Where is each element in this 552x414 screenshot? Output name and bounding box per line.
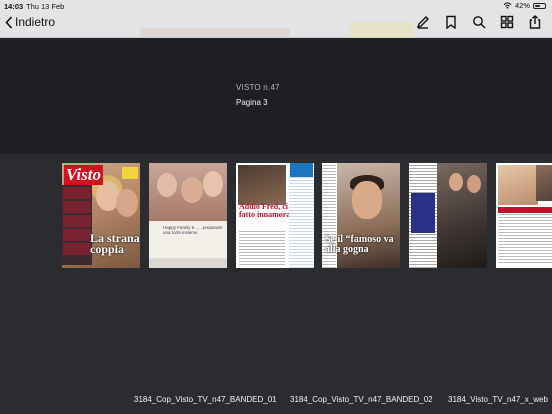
page-header-block xyxy=(290,163,313,177)
thumbnail-filename: 3184_Visto_TV_n47_x_web xyxy=(448,395,548,404)
status-right: 42% xyxy=(503,1,546,10)
page-text-lines xyxy=(239,229,285,265)
page-thumbnail-strip[interactable]: Visto La strana coppia Happy Family è...… xyxy=(0,154,552,414)
page-text-lines xyxy=(498,209,552,265)
cover-sidebar xyxy=(62,185,92,265)
bookmark-button[interactable] xyxy=(444,15,458,30)
page-photo xyxy=(536,165,552,201)
ad-footer xyxy=(149,258,227,268)
grid-icon xyxy=(500,15,514,29)
back-button[interactable]: Indietro xyxy=(5,15,55,29)
toolbar xyxy=(416,15,542,30)
thumbnail-filename: 3184_Cop_Visto_TV_n47_BANDED_01 xyxy=(134,395,277,404)
thumbnail-page-6[interactable] xyxy=(496,163,552,268)
wifi-icon xyxy=(503,2,512,9)
page-photo xyxy=(238,165,286,205)
background-page-hint xyxy=(140,28,290,38)
page-column xyxy=(289,163,314,268)
page-number: Pagina 3 xyxy=(236,98,268,107)
page-photo xyxy=(352,181,382,219)
thumbnail-cover[interactable]: Visto La strana coppia xyxy=(62,163,140,268)
share-icon xyxy=(529,15,541,29)
page-headline: Se il “famoso va alla gogna xyxy=(325,234,394,255)
page-header-block xyxy=(498,207,552,213)
share-button[interactable] xyxy=(528,15,542,29)
ad-photo xyxy=(157,173,177,197)
search-icon xyxy=(473,16,486,29)
issue-title: VISTO n.47 xyxy=(236,83,280,92)
page-photo xyxy=(498,165,538,205)
thumbnail-page-3[interactable]: Addio Fred, ci hai fatto innamorare xyxy=(236,163,314,268)
bookmark-icon xyxy=(446,15,456,30)
thumbnail-page-5[interactable] xyxy=(409,163,487,268)
background-page-hint xyxy=(350,22,414,38)
top-navigation-bar: 14:03 Thu 13 Feb 42% Indietro xyxy=(0,0,552,38)
annotate-button[interactable] xyxy=(416,15,430,29)
thumbnail-ad-page[interactable]: Happy Family è... ...preparare una torta… xyxy=(149,163,227,268)
issue-info-panel: VISTO n.47 Pagina 3 xyxy=(0,39,552,154)
back-label: Indietro xyxy=(15,15,56,29)
page-text-box xyxy=(411,193,435,233)
page-photo xyxy=(449,173,463,191)
page-photo xyxy=(467,175,481,193)
battery-percent: 42% xyxy=(514,1,530,10)
chevron-left-icon xyxy=(5,15,13,29)
ad-photo xyxy=(203,171,223,197)
battery-fill xyxy=(535,4,540,7)
thumbnail-filename: 3184_Cop_Visto_TV_n47_BANDED_02 xyxy=(290,395,433,404)
ad-photo xyxy=(181,177,203,203)
thumbnail-page-4[interactable]: Se il “famoso va alla gogna xyxy=(322,163,400,268)
pencil-icon xyxy=(416,16,429,29)
status-time: 14:03 xyxy=(4,2,24,11)
cover-headline: La strana coppia xyxy=(90,231,140,256)
status-date: Thu 13 Feb xyxy=(26,2,65,11)
visto-logo: Visto xyxy=(64,165,103,185)
status-bar: 14:03 Thu 13 Feb 42% xyxy=(0,0,552,12)
pages-grid-button[interactable] xyxy=(500,15,514,29)
search-button[interactable] xyxy=(472,15,486,29)
battery-icon xyxy=(533,2,546,9)
ad-text: Happy Family è... ...preparare una torta… xyxy=(163,225,223,235)
cover-badge xyxy=(122,167,138,179)
cover-photo xyxy=(116,189,138,217)
